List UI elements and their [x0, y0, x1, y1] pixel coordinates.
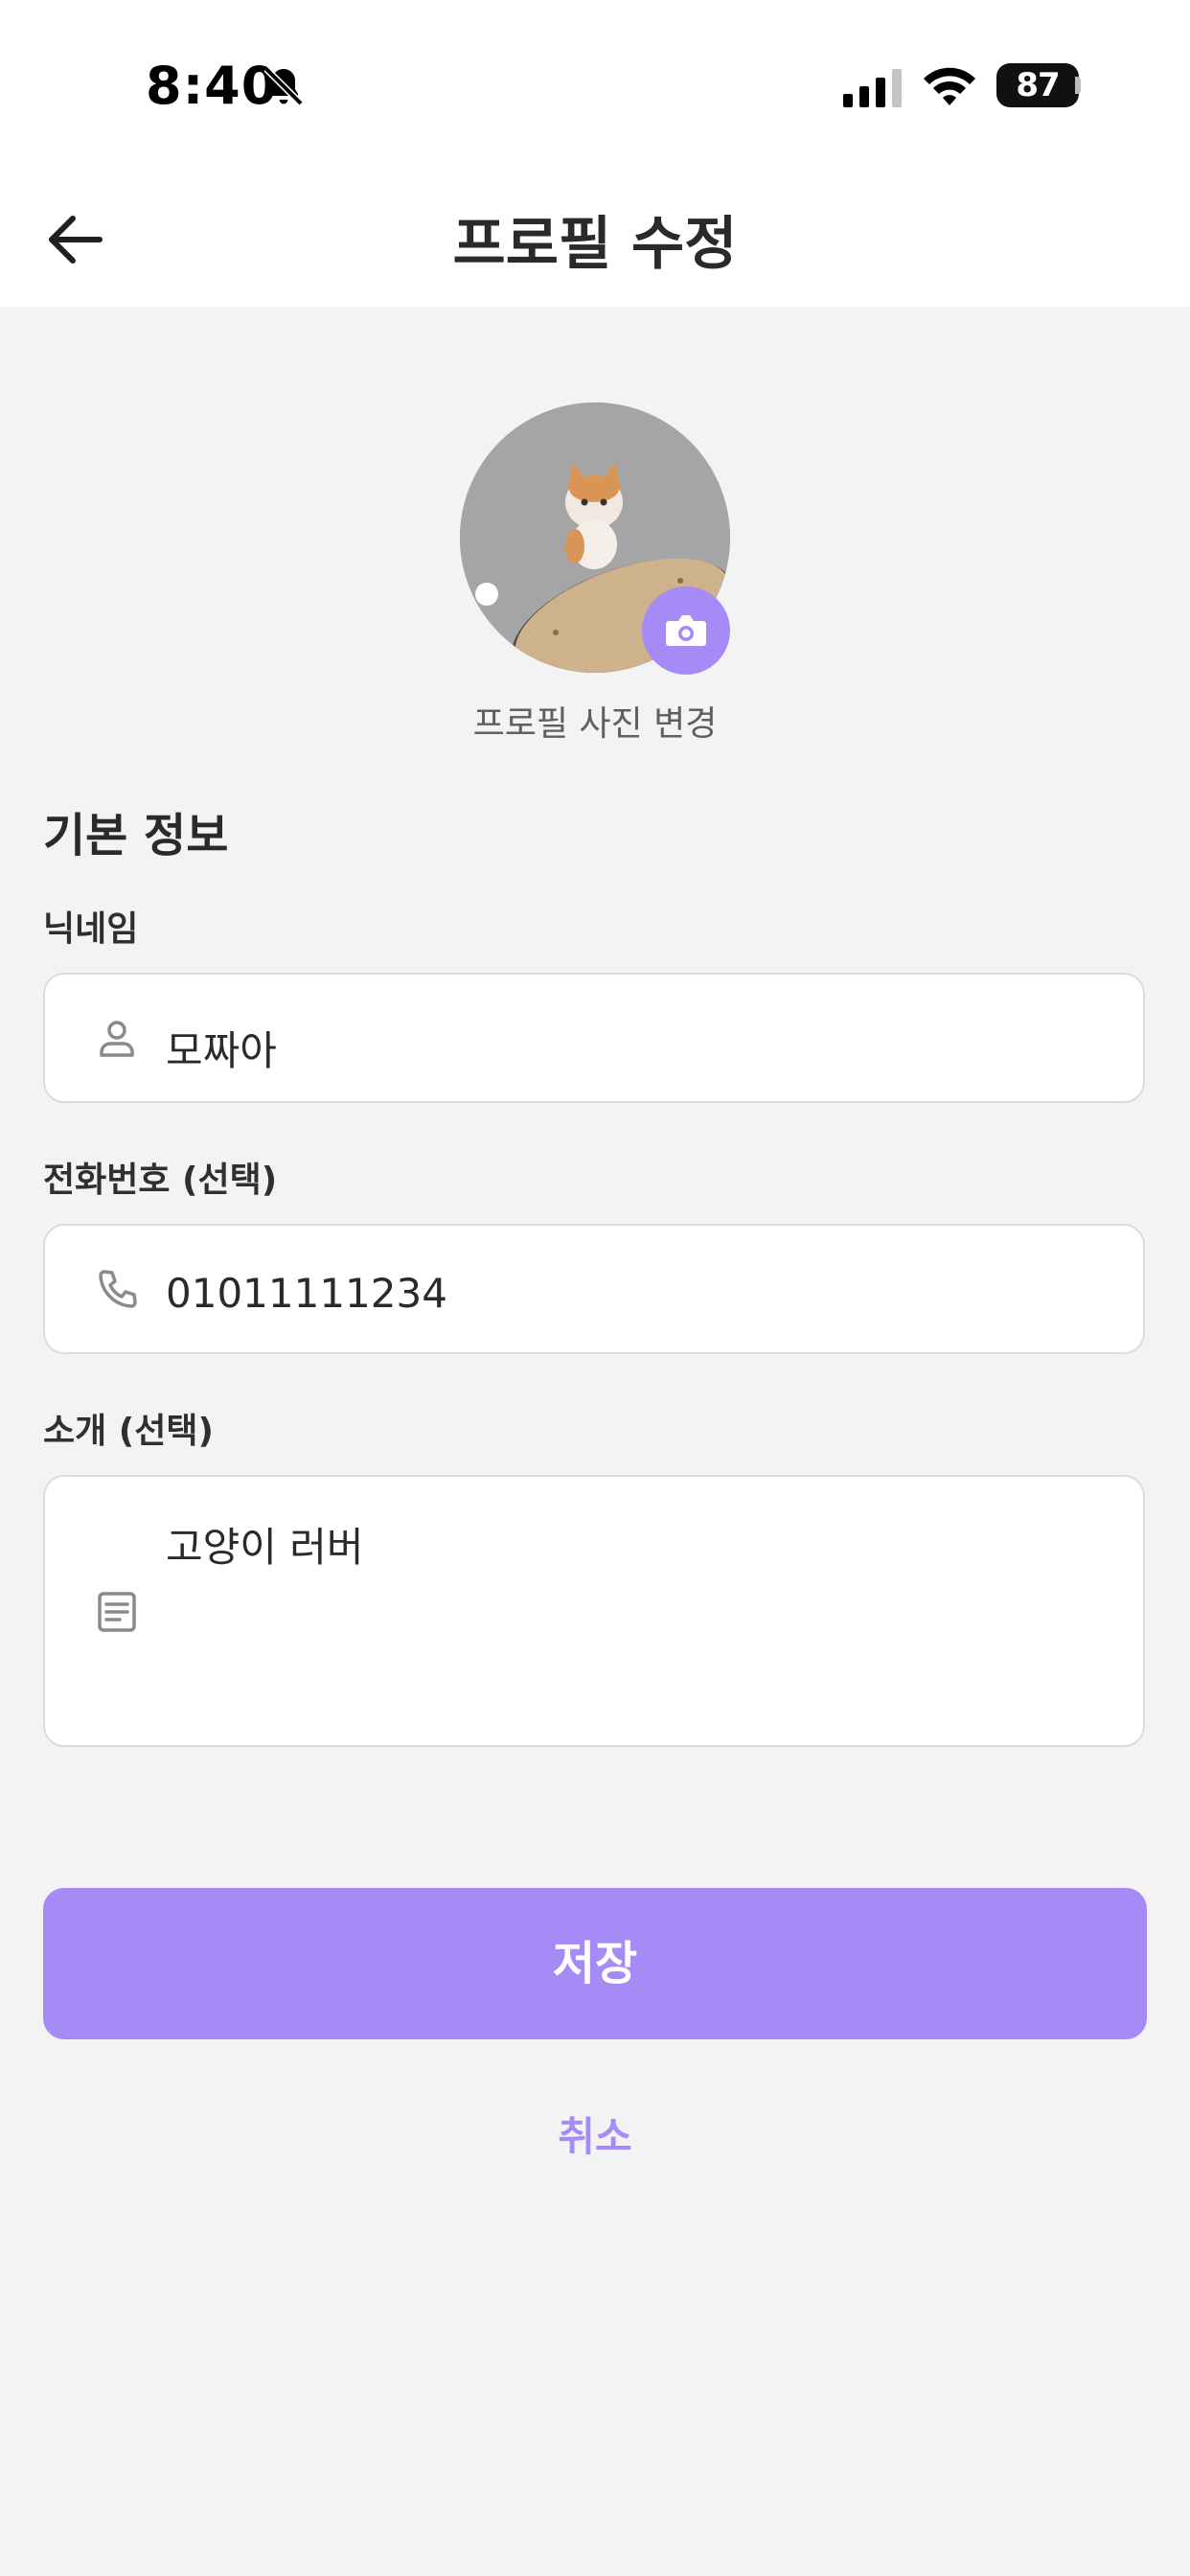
page-title: 프로필 수정 — [452, 211, 738, 278]
change-photo-label[interactable]: 프로필 사진 변경 — [0, 696, 1190, 746]
wifi-icon — [924, 67, 975, 105]
bio-label: 소개 (선택) — [43, 1412, 214, 1451]
basic-info-heading: 기본 정보 — [43, 809, 229, 862]
battery-cap — [1075, 77, 1081, 94]
cancel-button[interactable]: 취소 — [0, 2104, 1190, 2163]
notes-icon — [98, 1592, 136, 1632]
status-time: 8:40 — [146, 56, 279, 116]
nickname-field[interactable]: 모짜아 — [43, 973, 1145, 1103]
phone-field[interactable]: 01011111234 — [43, 1224, 1145, 1354]
phone-icon — [99, 1270, 137, 1308]
nickname-value: 모짜아 — [166, 1027, 277, 1074]
bio-value: 고양이 러버 — [166, 1524, 364, 1571]
battery-indicator: 87 — [996, 63, 1079, 107]
person-icon — [100, 1021, 134, 1057]
camera-icon — [666, 615, 706, 646]
cellular-signal-icon — [843, 69, 902, 107]
save-button[interactable]: 저장 — [43, 1888, 1147, 2039]
nickname-label: 닉네임 — [43, 909, 139, 949]
bell-muted-icon — [263, 66, 304, 106]
bio-field[interactable]: 고양이 러버 — [43, 1475, 1145, 1747]
phone-value: 01011111234 — [166, 1270, 447, 1317]
change-photo-button[interactable] — [642, 586, 730, 675]
phone-label: 전화번호 (선택) — [43, 1161, 278, 1200]
